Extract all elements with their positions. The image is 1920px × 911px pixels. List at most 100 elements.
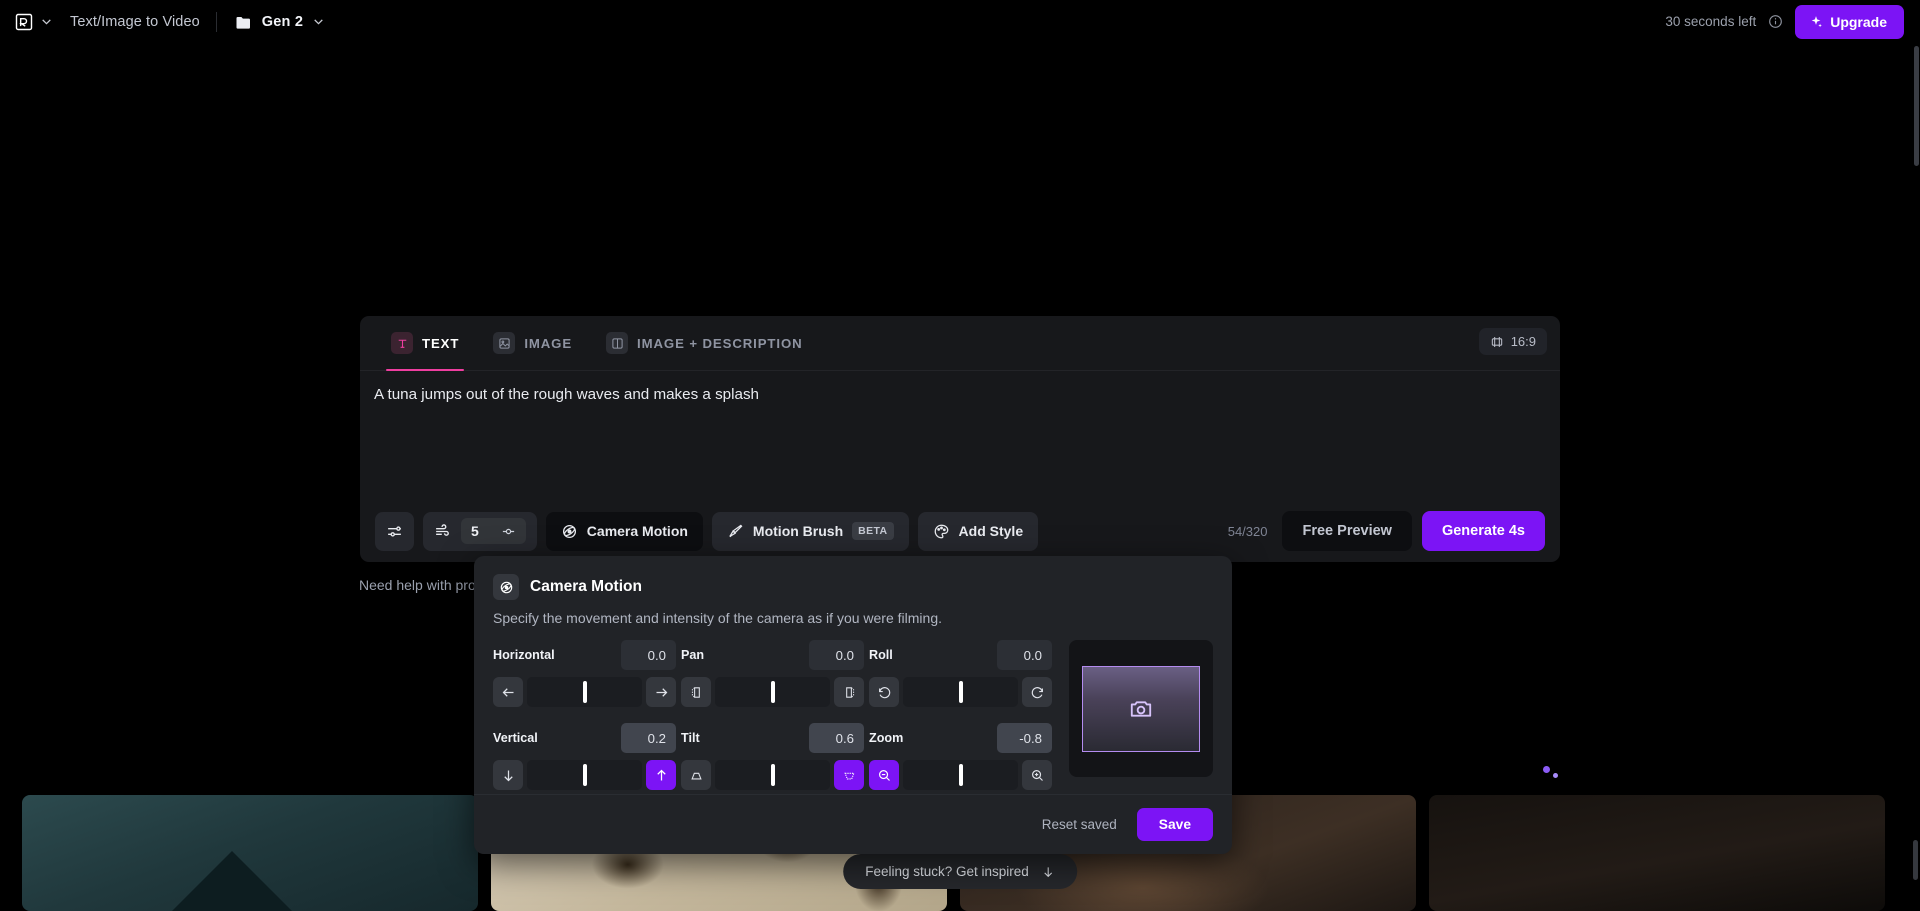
get-inspired-label: Feeling stuck? Get inspired: [865, 864, 1029, 879]
app-logo-menu[interactable]: [14, 12, 53, 32]
zoom-out-icon[interactable]: [869, 760, 899, 790]
control-zoom: Zoom -0.8: [869, 723, 1057, 790]
pan-slider[interactable]: [715, 677, 830, 707]
control-label: Vertical: [493, 731, 538, 745]
reset-saved-button[interactable]: Reset saved: [1036, 809, 1123, 840]
camera-motion-row-2: Vertical 0.2 Tilt 0.6 Zoom -0.8: [493, 723, 1057, 790]
camera-motion-icon: [493, 574, 519, 600]
slider-thumb[interactable]: [582, 764, 587, 786]
duration-control[interactable]: 5: [423, 511, 537, 551]
upgrade-button[interactable]: Upgrade: [1795, 4, 1904, 39]
arrow-down-icon: [1041, 865, 1055, 879]
model-selector[interactable]: Gen 2: [235, 14, 325, 30]
preview-frame: [1082, 665, 1200, 752]
mode-label[interactable]: Text/Image to Video: [70, 14, 200, 30]
roll-counterclockwise-icon[interactable]: [869, 677, 899, 707]
slider-thumb[interactable]: [582, 681, 587, 703]
tab-image-description[interactable]: IMAGE + DESCRIPTION: [589, 316, 819, 371]
knob-slider-icon[interactable]: [501, 524, 516, 539]
dot-icon: [1553, 773, 1558, 778]
gallery-thumb-4[interactable]: [1429, 795, 1885, 911]
sparkle-icon: [1809, 15, 1823, 29]
vertical-slider[interactable]: [527, 760, 642, 790]
gallery-thumb-1[interactable]: [22, 795, 478, 911]
control-pan: Pan 0.0: [681, 640, 869, 707]
get-inspired-button[interactable]: Feeling stuck? Get inspired: [843, 854, 1077, 889]
duration-stepper[interactable]: 5: [461, 518, 526, 544]
camera-motion-panel-header: Camera Motion: [474, 556, 1232, 600]
page-scrollbar[interactable]: [1914, 46, 1919, 166]
save-button[interactable]: Save: [1136, 808, 1213, 841]
prompt-card: TEXT IMAGE IMAGE + DESCRIPTION 16:9 A tu…: [360, 316, 1560, 778]
beta-badge: BETA: [852, 522, 894, 540]
runway-logo-icon: [14, 12, 34, 32]
add-style-label: Add Style: [958, 523, 1024, 539]
arrow-down-icon[interactable]: [493, 760, 523, 790]
control-label: Horizontal: [493, 648, 555, 662]
motion-brush-button[interactable]: Motion Brush BETA: [711, 511, 909, 551]
aspect-ratio-button[interactable]: 16:9: [1478, 328, 1547, 355]
zoom-in-icon[interactable]: [1022, 760, 1052, 790]
chevron-down-icon: [40, 15, 53, 28]
roll-slider[interactable]: [903, 677, 1018, 707]
control-label: Zoom: [869, 731, 904, 745]
slider-thumb[interactable]: [770, 681, 775, 703]
slider-thumb[interactable]: [958, 681, 963, 703]
duration-value: 5: [471, 523, 479, 539]
tilt-up-icon[interactable]: [834, 760, 864, 790]
zoom-slider[interactable]: [903, 760, 1018, 790]
control-value-input[interactable]: 0.6: [809, 723, 864, 753]
motion-brush-label: Motion Brush: [752, 523, 844, 539]
free-preview-button[interactable]: Free Preview: [1282, 511, 1412, 551]
tilt-slider[interactable]: [715, 760, 830, 790]
camera-motion-controls: Horizontal 0.0 Pan 0.0 Roll 0.0 Vertical…: [493, 640, 1057, 790]
credits-label: 30 seconds left: [1665, 14, 1757, 29]
slider-thumb[interactable]: [770, 764, 775, 786]
tab-text[interactable]: TEXT: [374, 316, 476, 371]
prompt-toolbar: 5 Camera Motion Motion Brush BETA Add St…: [360, 500, 1560, 562]
pan-left-icon[interactable]: [681, 677, 711, 707]
dot-icon: [1543, 766, 1550, 773]
info-circle-icon[interactable]: [1768, 14, 1783, 29]
folder-icon: [235, 14, 253, 29]
control-value-input[interactable]: 0.0: [809, 640, 864, 670]
generate-button[interactable]: Generate 4s: [1421, 511, 1545, 551]
palette-icon: [933, 523, 950, 540]
camera-motion-button[interactable]: Camera Motion: [545, 511, 703, 551]
control-horizontal: Horizontal 0.0: [493, 640, 681, 707]
help-text[interactable]: Need help with pro: [359, 577, 476, 593]
control-value-input[interactable]: -0.8: [997, 723, 1052, 753]
tab-label: TEXT: [422, 335, 460, 351]
arrow-up-icon[interactable]: [646, 760, 676, 790]
panel-description: Specify the movement and intensity of th…: [493, 610, 942, 626]
slider-thumb[interactable]: [958, 764, 963, 786]
control-label: Tilt: [681, 731, 700, 745]
arrow-left-icon[interactable]: [493, 677, 523, 707]
control-roll: Roll 0.0: [869, 640, 1057, 707]
arrow-right-icon[interactable]: [646, 677, 676, 707]
chevron-down-icon: [312, 15, 325, 28]
image-description-tab-icon: [606, 332, 629, 354]
pan-right-icon[interactable]: [834, 677, 864, 707]
control-value-input[interactable]: 0.0: [621, 640, 676, 670]
sliders-icon: [386, 523, 403, 540]
wind-motion-icon: [434, 523, 451, 540]
top-bar: Text/Image to Video Gen 2 30 seconds lef…: [0, 0, 1920, 43]
roll-clockwise-icon[interactable]: [1022, 677, 1052, 707]
image-tab-icon: [493, 332, 516, 354]
gallery-scrollbar[interactable]: [1913, 840, 1918, 880]
text-tab-icon: [391, 332, 413, 354]
horizontal-slider[interactable]: [527, 677, 642, 707]
tilt-down-icon[interactable]: [681, 760, 711, 790]
camera-motion-row-1: Horizontal 0.0 Pan 0.0 Roll 0.0: [493, 640, 1057, 707]
tab-label: IMAGE + DESCRIPTION: [637, 335, 803, 351]
control-value-input[interactable]: 0.0: [997, 640, 1052, 670]
panel-title: Camera Motion: [530, 578, 642, 595]
control-tilt: Tilt 0.6: [681, 723, 869, 790]
control-value-input[interactable]: 0.2: [621, 723, 676, 753]
settings-button[interactable]: [375, 511, 414, 551]
prompt-input[interactable]: A tuna jumps out of the rough waves and …: [374, 384, 1540, 406]
camera-motion-icon: [561, 523, 578, 540]
tab-image[interactable]: IMAGE: [476, 316, 589, 371]
add-style-button[interactable]: Add Style: [917, 511, 1039, 551]
